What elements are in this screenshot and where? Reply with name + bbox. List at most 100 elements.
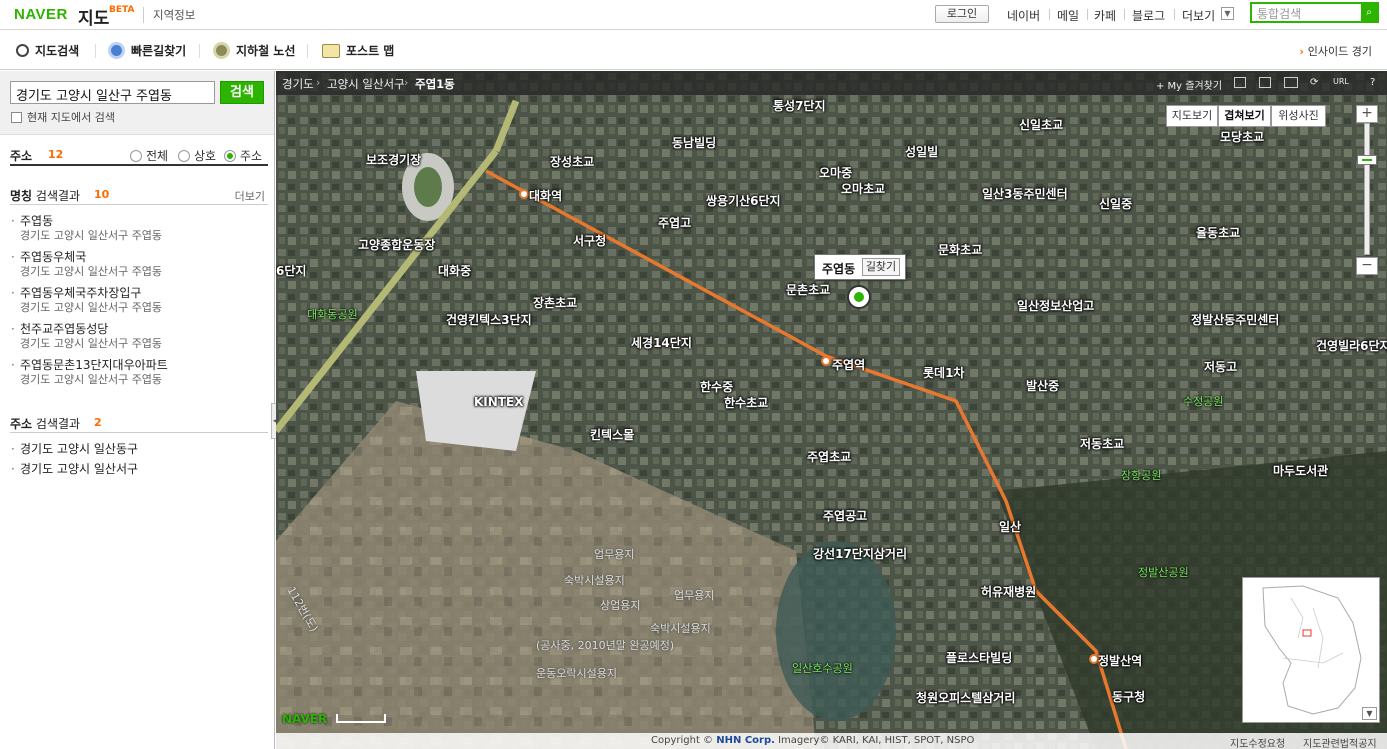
report-map-error-link[interactable]: 지도수정요청 xyxy=(1230,735,1285,749)
zone-label: 상업용지 xyxy=(600,599,641,612)
map-label: 저동초교 xyxy=(1080,437,1125,451)
zoom-slider[interactable] xyxy=(1364,123,1370,255)
search-button[interactable]: 검색 xyxy=(220,81,264,104)
search-input[interactable]: 통합검색 ⌕ xyxy=(1250,2,1379,23)
print-icon[interactable] xyxy=(1234,77,1246,88)
map-logo[interactable]: 지도 xyxy=(78,4,109,29)
zone-label: 숙박시설용지 xyxy=(564,574,625,587)
toolbar: 지도검색 빠른길찾기 지하철 노선 포스트 맵 › 인사이드 경기 xyxy=(0,31,1387,70)
breadcrumb-city[interactable]: 고양시 일산서구 xyxy=(327,76,405,92)
breadcrumb-separator: › xyxy=(404,76,409,89)
naver-logo[interactable]: NAVER xyxy=(14,6,68,23)
map-label: 동남빌딩 xyxy=(672,136,717,150)
address-search-input[interactable]: 경기도 고양시 일산구 주엽동 xyxy=(10,81,215,104)
map-label: 일산 xyxy=(999,520,1022,534)
map-label: 주엽고 xyxy=(658,216,692,230)
zone-label: (공사중, 2010년말 완공예정) xyxy=(536,639,675,652)
map-label: 한수초교 xyxy=(724,396,769,410)
nav-divider xyxy=(1087,9,1088,20)
nav-more[interactable]: 더보기 xyxy=(1182,7,1215,24)
breadcrumb-dong[interactable]: 주엽1동 xyxy=(415,76,455,92)
legal-notice-link[interactable]: 지도관련법적공지 xyxy=(1303,735,1377,749)
measure-icon[interactable] xyxy=(1284,77,1298,88)
view-satellite-button[interactable]: 위성사진 xyxy=(1271,105,1326,127)
result-name[interactable]: 주엽동우체국 xyxy=(10,250,265,265)
directions-button[interactable]: 길찾기 xyxy=(862,258,900,276)
nav-divider xyxy=(1174,9,1175,20)
chevron-down-icon[interactable]: ▼ xyxy=(1221,7,1234,20)
local-info-link[interactable]: 지역정보 xyxy=(143,7,195,23)
radio-business[interactable]: 상호 xyxy=(178,147,216,164)
result-address: 경기도 고양시 일산서구 주엽동 xyxy=(20,337,163,350)
help-icon[interactable]: ? xyxy=(1370,77,1375,88)
list-item[interactable]: 주엽동문촌13단지대우아파트경기도 고양시 일산서구 주엽동 xyxy=(10,358,265,387)
list-item[interactable]: 경기도 고양시 일산동구 xyxy=(10,442,265,457)
radio-address[interactable]: 주소 xyxy=(224,147,262,164)
filter-bar: 주소 12 전체 상호 주소 xyxy=(10,144,268,166)
result-name[interactable]: 주엽동 xyxy=(10,214,265,229)
url-link[interactable]: URL xyxy=(1333,77,1349,86)
zoom-in-button[interactable]: + xyxy=(1356,105,1378,123)
result-name[interactable]: 주엽동문촌13단지대우아파트 xyxy=(10,358,265,373)
list-item[interactable]: 천주교주엽동성당경기도 고양시 일산서구 주엽동 xyxy=(10,322,265,351)
radio-circle[interactable] xyxy=(130,149,142,162)
view-hybrid-button[interactable]: 겹쳐보기 xyxy=(1218,105,1271,127)
map-label: 성일빌 xyxy=(905,145,939,159)
current-map-checkbox[interactable]: 현재 지도에서 검색 xyxy=(11,109,115,125)
login-button[interactable]: 로그인 xyxy=(935,5,989,23)
tool-subway[interactable]: 지하철 노선 xyxy=(213,42,295,59)
refresh-icon[interactable]: ⟳ xyxy=(1310,77,1318,88)
tool-label: 빠른길찾기 xyxy=(131,44,187,58)
map-label: 장촌초교 xyxy=(533,296,578,310)
nav-divider xyxy=(1124,9,1125,20)
result-name[interactable]: 주엽동우체국주차장입구 xyxy=(10,286,265,301)
zoom-out-button[interactable]: − xyxy=(1356,257,1378,275)
map-label: 대화역 xyxy=(529,189,563,203)
save-icon[interactable] xyxy=(1259,77,1271,88)
beta-badge: BETA xyxy=(109,5,135,15)
map-label: 서구청 xyxy=(573,234,607,248)
list-item[interactable]: 경기도 고양시 일산서구 xyxy=(10,462,265,477)
tool-map-search[interactable]: 지도검색 xyxy=(16,42,79,59)
location-pin-icon[interactable] xyxy=(847,285,871,309)
zoom-handle[interactable] xyxy=(1357,155,1377,165)
list-item[interactable]: 주엽동우체국주차장입구경기도 고양시 일산서구 주엽동 xyxy=(10,286,265,315)
tool-divider xyxy=(199,44,200,58)
list-item[interactable]: 주엽동우체국경기도 고양시 일산서구 주엽동 xyxy=(10,250,265,279)
tool-post-map[interactable]: 포스트 맵 xyxy=(322,42,394,59)
list-item[interactable]: 주엽동경기도 고양시 일산서구 주엽동 xyxy=(10,214,265,243)
favorites-link[interactable]: + My 즐겨찾기 xyxy=(1156,77,1222,92)
more-link[interactable]: 더보기 xyxy=(235,188,265,204)
insight-link[interactable]: › 인사이드 경기 xyxy=(1299,43,1372,59)
tool-quick-route[interactable]: 빠른길찾기 xyxy=(108,42,186,59)
nav-blog[interactable]: 블로그 xyxy=(1132,7,1165,24)
section-title-bold: 명칭 xyxy=(10,189,33,203)
radio-circle-selected[interactable] xyxy=(224,149,236,162)
address-result[interactable]: 경기도 고양시 일산서구 xyxy=(10,462,265,477)
map-label: 통성7단지 xyxy=(773,99,826,113)
chevron-down-icon[interactable]: ▼ xyxy=(1362,707,1377,720)
nav-mail[interactable]: 메일 xyxy=(1057,7,1079,24)
park-label: 장항공원 xyxy=(1121,469,1162,482)
map-label: 건영빌라6단지 xyxy=(1316,339,1387,353)
radio-circle[interactable] xyxy=(178,149,190,162)
nav-naver[interactable]: 네이버 xyxy=(1007,7,1040,24)
map-label: 발산중 xyxy=(1026,379,1060,393)
view-map-button[interactable]: 지도보기 xyxy=(1166,105,1218,127)
radio-all[interactable]: 전체 xyxy=(130,147,168,164)
name-results-header: 명칭 검색결과 10 더보기 xyxy=(10,185,268,205)
breadcrumb-separator: › xyxy=(316,76,321,89)
checkbox[interactable] xyxy=(11,111,22,123)
breadcrumb-province[interactable]: 경기도 xyxy=(282,76,314,92)
map-view[interactable]: 경기도 › 고양시 일산서구 › 주엽1동 + My 즐겨찾기 ⟳ URL ? … xyxy=(276,71,1387,749)
result-address: 경기도 고양시 일산서구 주엽동 xyxy=(20,301,163,314)
map-label: 고양종합운동장 xyxy=(358,238,436,252)
location-popup: 주엽동 길찾기 xyxy=(814,254,906,280)
magnifier-icon xyxy=(16,44,29,57)
overview-minimap[interactable]: ▼ xyxy=(1242,577,1380,723)
address-result[interactable]: 경기도 고양시 일산동구 xyxy=(10,442,265,457)
map-label: 한수중 xyxy=(700,380,734,394)
search-icon[interactable]: ⌕ xyxy=(1361,4,1377,21)
nav-cafe[interactable]: 카페 xyxy=(1094,7,1116,24)
result-name[interactable]: 천주교주엽동성당 xyxy=(10,322,265,337)
